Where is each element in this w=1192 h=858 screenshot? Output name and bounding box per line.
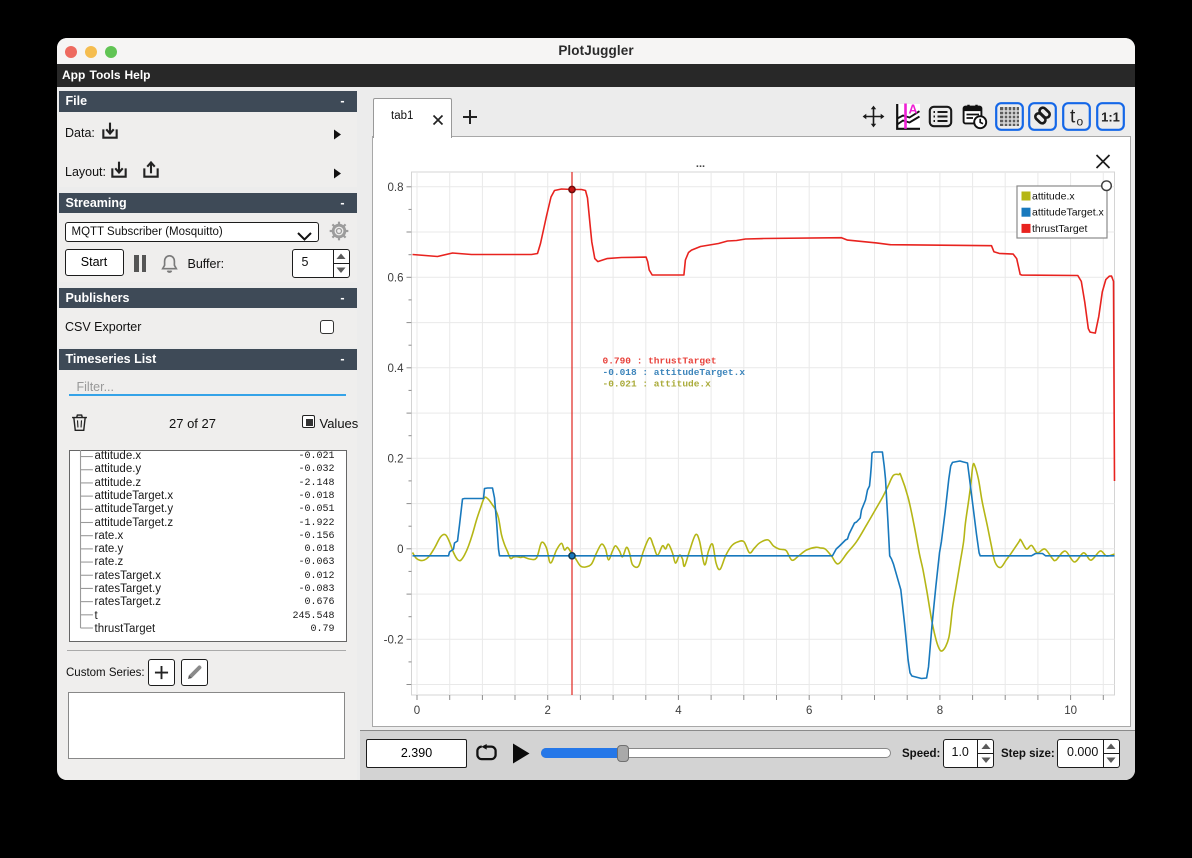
svg-text:attitude.x: attitude.x bbox=[1032, 191, 1075, 203]
svg-text:0: 0 bbox=[413, 705, 419, 717]
svg-text:thrustTarget: thrustTarget bbox=[1032, 223, 1088, 235]
svg-text:8: 8 bbox=[936, 705, 942, 717]
svg-text:0.790 : thrustTarget: 0.790 : thrustTarget bbox=[602, 356, 716, 367]
svg-text:-0.018 : attitudeTarget.x: -0.018 : attitudeTarget.x bbox=[602, 367, 745, 378]
svg-text:0.4: 0.4 bbox=[387, 363, 404, 375]
svg-text:...: ... bbox=[695, 158, 704, 170]
svg-text:0: 0 bbox=[397, 544, 403, 556]
svg-text:-0.021 : attitude.x: -0.021 : attitude.x bbox=[602, 379, 711, 390]
svg-text:attitudeTarget.x: attitudeTarget.x bbox=[1032, 207, 1105, 219]
svg-text:-0.2: -0.2 bbox=[383, 634, 403, 646]
svg-text:10: 10 bbox=[1064, 705, 1077, 717]
svg-text:0.6: 0.6 bbox=[387, 272, 403, 284]
svg-text:4: 4 bbox=[675, 705, 682, 717]
svg-text:1:1: 1:1 bbox=[1101, 109, 1120, 124]
svg-text:A: A bbox=[909, 103, 918, 117]
svg-text:0.8: 0.8 bbox=[387, 182, 403, 194]
svg-text:0.2: 0.2 bbox=[387, 453, 403, 465]
svg-text:o: o bbox=[1076, 114, 1083, 128]
svg-text:2: 2 bbox=[544, 705, 550, 717]
svg-text:t: t bbox=[1070, 106, 1076, 127]
svg-text:6: 6 bbox=[805, 705, 811, 717]
